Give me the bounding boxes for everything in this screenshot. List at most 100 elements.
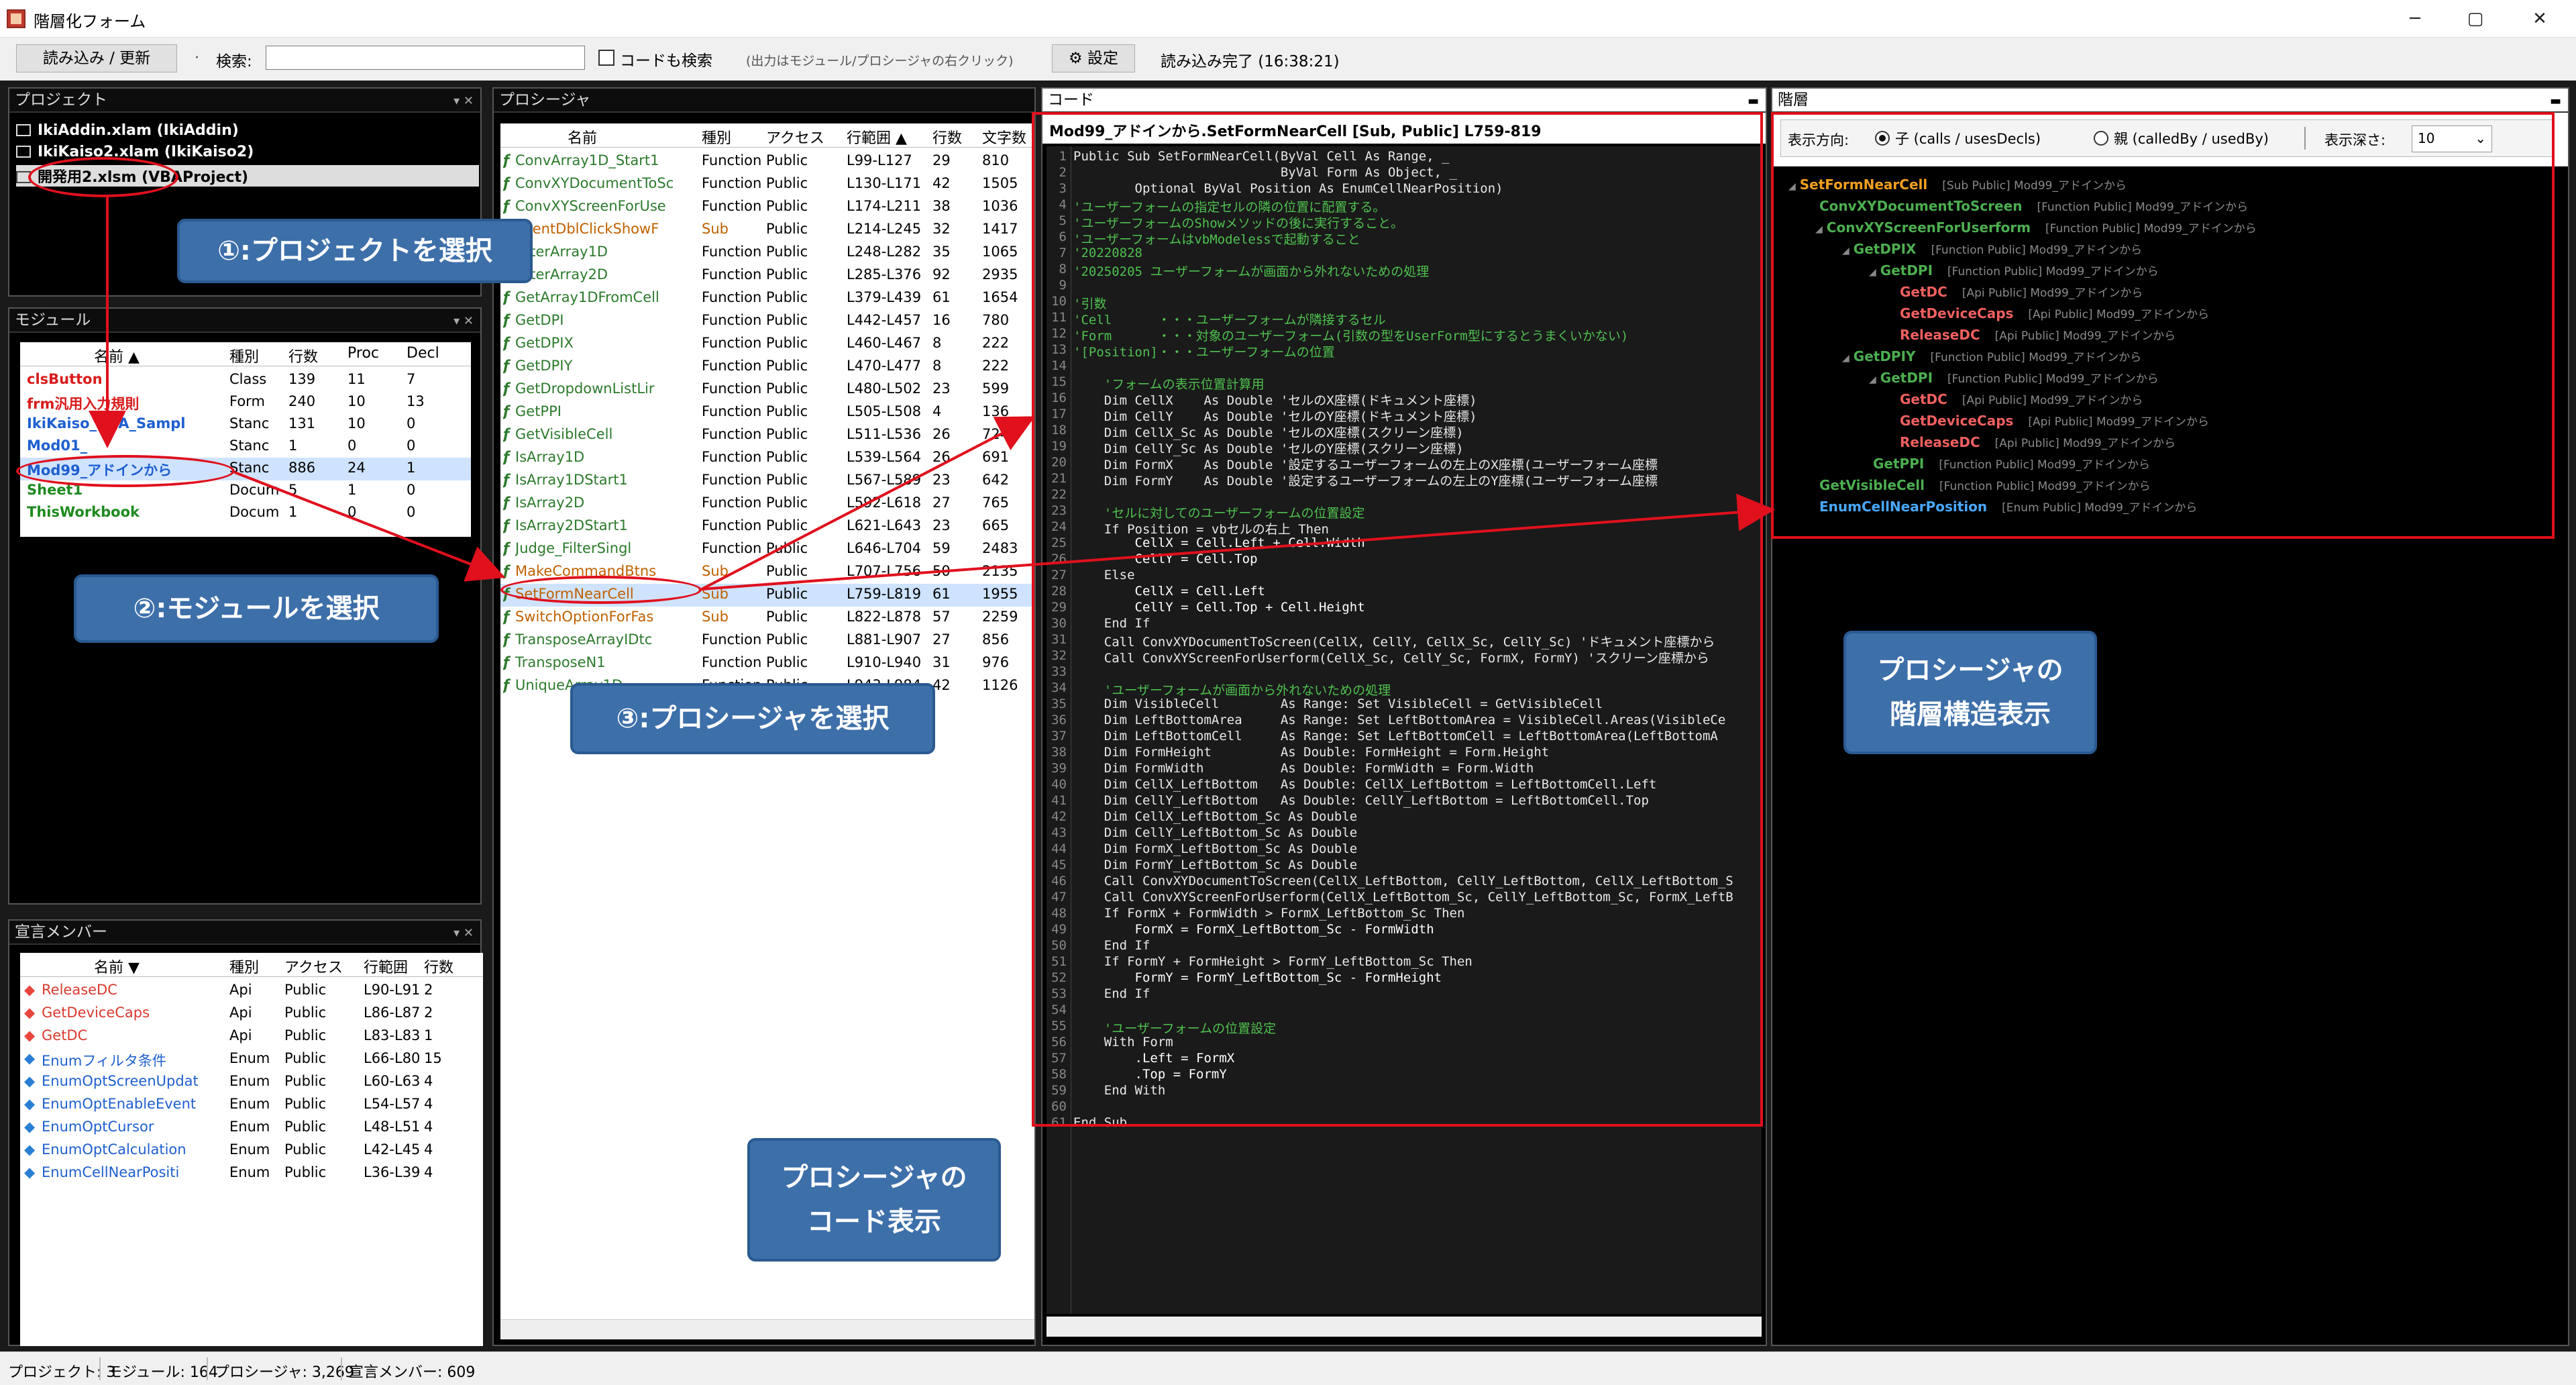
procedure-row[interactable]: ƒEventDblClickShowFSubPublicL214-L245321… [500,219,1034,242]
function-icon: ƒ [503,380,510,397]
procedure-row[interactable]: ƒ ConvXYDocumentToSc Function Public L130-L1… [500,173,1034,196]
procedure-row[interactable]: ƒ GetDPI Function Public L442-L457 16 780 [500,310,1034,333]
code-search-checkbox[interactable] [598,50,614,66]
col-range[interactable]: 行範囲 ▲ [847,126,907,148]
project-item-label: IkiKaiso2.xlam (IkiKaiso2) [38,144,254,160]
col-type[interactable]: 種別 [229,345,259,366]
procedure-cell: GetArray1DFromCell [515,289,659,305]
declare-row[interactable]: ◆ EnumOptCalculation Enum Public L42-L45 4 [20,1139,483,1162]
declare-row[interactable]: ◆ EnumOptCursor Enum Public L48-L51 4 [20,1117,483,1139]
declare-row[interactable]: ◆ ReleaseDC Api Public L90-L91 2 [20,980,483,1003]
module-row[interactable]: IkiKaiso_VBA_Sampl Stanc 131 10 0 [20,413,471,436]
procedure-row[interactable]: ƒ IsArray2D Function Public L592-L618 27 765 [500,493,1034,515]
declare-row[interactable]: ◆ EnumCellNearPositi Enum Public L36-L39 4 [20,1162,483,1185]
declare-row[interactable]: ◆ GetDeviceCaps Api Public L86-L87 2 [20,1003,483,1025]
procedure-row[interactable]: ƒ GetDPIY Function Public L470-L477 8 222 [500,356,1034,378]
procedure-cell: L480-L502 [847,380,922,397]
procedure-cell: 1654 [982,289,1018,305]
declare-cell: Public [284,1096,327,1112]
col-type[interactable]: 種別 [702,126,731,148]
declare-pane-header: 宣言メンバー ▾ ✕ [9,921,480,945]
procedure-row[interactable]: ƒ TransposeArrayIDtc Function Public L881-L9… [500,629,1034,652]
procedure-row[interactable]: ƒFilterArray1DFunctionPublicL248-L282351… [500,242,1034,264]
procedure-cell: L707-L756 [847,563,922,579]
declare-cell: Public [284,1141,327,1158]
procedure-cell: Function [702,266,762,283]
pin-icon[interactable]: ▬ [1748,90,1759,113]
declare-row[interactable]: ◆ Enumフィルタ条件 Enum Public L66-L80 15 [20,1048,483,1071]
procedure-row[interactable]: ƒ GetPPI Function Public L505-L508 4 136 [500,401,1034,424]
procedure-cell: L910-L940 [847,654,922,670]
procedure-row[interactable]: ƒ GetArray1DFromCell Function Public L379-L4… [500,287,1034,310]
col-type[interactable]: 種別 [229,956,259,977]
procedure-row[interactable]: ƒ ConvArray1D_Start1 Function Public L99-L12… [500,150,1034,173]
module-cell: clsButton [27,371,103,387]
procedure-cell: 665 [982,517,1010,533]
search-input[interactable] [266,46,585,70]
procedure-cell: 61 [932,289,951,305]
col-range[interactable]: 行範囲 [364,956,408,977]
pin-icon[interactable]: ▾ ✕ [453,922,474,945]
procedure-row[interactable]: ƒ IsArray2DStart1 Function Public L621-L643 2… [500,515,1034,538]
col-lines[interactable]: 行数 [932,126,962,148]
procedure-row[interactable]: ƒ IsArray1D Function Public L539-L564 26 691 [500,447,1034,470]
minimize-button[interactable]: ─ [2388,0,2442,38]
module-row[interactable]: Mod01_ Stanc 1 0 0 [20,435,471,458]
callout-select-module: ②:モジュールを選択 [76,577,436,640]
procedure-cell: Function [702,472,762,488]
procedure-cell: 599 [982,380,1010,397]
procedure-cell: 1955 [982,586,1018,602]
module-row[interactable]: clsButton Class 139 11 7 [20,369,471,392]
col-lines[interactable]: 行数 [288,345,318,366]
procedure-cell: 61 [932,586,951,602]
function-icon: ƒ [503,472,510,488]
procedure-row[interactable]: ƒ GetDPIX Function Public L460-L467 8 222 [500,333,1034,356]
col-name[interactable]: 名前 [568,126,597,148]
procedure-row[interactable]: ƒ GetDropdownListLir Function Public L480-L5… [500,378,1034,401]
procedure-cell: GetDropdownListLir [515,380,655,397]
procedure-row[interactable]: ƒ IsArray1DStart1 Function Public L567-L589 2… [500,470,1034,493]
col-chars[interactable]: 文字数 [982,126,1026,148]
declare-row[interactable]: ◆ EnumOptScreenUpdat Enum Public L60-L63 4 [20,1071,483,1094]
procedure-cell: Public [766,403,808,419]
procedure-row[interactable]: ƒ GetVisibleCell Function Public L511-L536 26… [500,424,1034,447]
module-cell: 11 [347,371,366,387]
function-icon: ƒ [503,289,510,305]
pin-icon[interactable]: ▬ [2550,90,2561,113]
col-name[interactable]: 名前 ▼ [94,956,140,977]
col-decl[interactable]: Decl [407,345,439,362]
reload-button[interactable]: 読み込み / 更新 [16,44,177,72]
horizontal-scrollbar[interactable] [500,1319,1034,1339]
callout-select-project: ①:プロジェクトを選択 [180,221,530,280]
col-proc[interactable]: Proc [347,345,379,362]
module-cell: Form [229,393,265,409]
module-row[interactable]: frm汎用入力規則 Form 240 10 13 [20,391,471,414]
module-row[interactable]: ThisWorkbook Docum 1 0 0 [20,502,471,525]
pin-icon[interactable]: ▾ ✕ [453,90,474,113]
horizontal-scrollbar[interactable] [1046,1317,1762,1337]
procedure-cell: L379-L439 [847,289,922,305]
procedure-row[interactable]: ƒ TransposeN1 Function Public L910-L940 31 976 [500,652,1034,675]
procedure-row[interactable]: ƒ SwitchOptionForFas Sub Public L822-L878 57 2… [500,607,1034,629]
pin-icon[interactable]: ▾ ✕ [453,310,474,333]
settings-button[interactable]: ⚙ 設定 [1052,44,1135,72]
module-cell: frm汎用入力規則 [27,396,140,412]
declare-cell: Enum [229,1119,270,1135]
procedure-row[interactable]: ƒ ConvXYScreenForUse Function Public L174-L2… [500,196,1034,219]
procedure-row[interactable]: ƒ Judge_FilterSingl Function Public L646-L70… [500,538,1034,561]
procedure-cell: Function [702,175,762,191]
procedure-grid-header: 名前 種別 アクセス 行範囲 ▲ 行数 文字数 [500,123,1034,148]
col-name[interactable]: 名前 ▲ [94,345,140,366]
col-access[interactable]: アクセス [766,126,824,148]
maximize-button[interactable]: ▢ [2449,0,2502,38]
declare-row[interactable]: ◆ EnumOptEnableEvent Enum Public L54-L57 4 [20,1094,483,1117]
callout-hierarchy-view: プロシージャの 階層構造表示 [1846,633,2094,752]
declare-row[interactable]: ◆ GetDC Api Public L83-L83 1 [20,1025,483,1048]
col-lines[interactable]: 行数 [424,956,453,977]
procedure-row[interactable]: ƒFilterArray2DFunctionPublicL285-L376922… [500,264,1034,287]
project-item[interactable]: IkiAddin.xlam (IkiAddin) [16,122,239,144]
close-button[interactable]: ✕ [2513,0,2567,38]
col-access[interactable]: アクセス [284,956,343,977]
module-cell: 13 [407,393,425,409]
declare-cell: 15 [424,1050,442,1066]
